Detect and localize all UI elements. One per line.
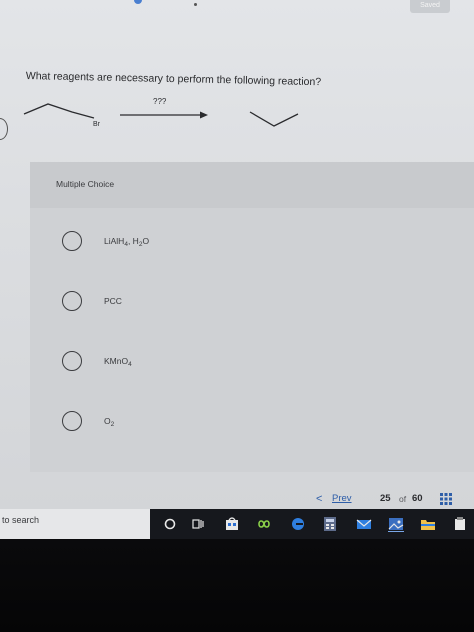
edge-icon[interactable] [290,516,306,532]
calculator-icon[interactable] [322,516,338,532]
windows-taskbar: to search [0,509,474,539]
option-lialh4-h2o[interactable]: LiAlH4, H2O [62,228,442,256]
option-label: LiAlH4, H2O [104,236,150,248]
question-prompt: What reagents are necessary to perform t… [25,70,322,89]
chevron-left-icon[interactable]: < [316,492,322,506]
radio-button[interactable] [62,291,82,311]
prev-button[interactable]: Prev [332,493,352,504]
option-kmno4[interactable]: KMnO4 [62,348,442,376]
current-page-number: 25 [380,493,391,504]
mail-icon[interactable] [356,516,372,532]
radio-button[interactable] [62,231,82,251]
multiple-choice-card: Multiple Choice LiAlH4, H2O PCC KMnO4 O2 [30,162,474,472]
multiple-choice-header: Multiple Choice [30,162,474,208]
page-of-label: of [399,494,407,504]
option-label: O2 [104,416,115,428]
search-placeholder: to search [2,515,40,525]
bromine-label: Br [93,121,101,128]
task-view-icon[interactable] [190,516,206,532]
option-o2[interactable]: O2 [62,408,442,436]
saved-status-badge: Saved [410,0,450,13]
taskbar-search-box[interactable]: to search [0,509,150,539]
photos-icon[interactable] [388,516,404,532]
question-panel: What reagents are necessary to perform t… [0,30,474,156]
option-label: KMnO4 [104,356,132,368]
screen: Saved What reagents are necessary to per… [0,0,474,512]
reaction-arrowhead [200,111,208,119]
top-indicator [134,0,142,4]
product-alkene [249,111,299,127]
pagination: < Prev 25 of 60 [316,492,466,508]
file-explorer-icon[interactable] [420,516,436,532]
store-icon[interactable] [224,516,240,532]
infinity-app-icon[interactable] [256,516,272,532]
app-icon[interactable] [452,516,468,532]
total-page-count: 60 [412,493,423,504]
reaction-scheme: Br ??? [23,97,299,128]
question-grid-icon[interactable] [440,493,452,505]
monitor-bezel [0,539,474,632]
radio-button[interactable] [62,411,82,431]
top-strip: Saved [0,0,474,18]
reactant-alkyl-bromide [23,103,95,119]
option-label: PCC [104,296,122,306]
radio-button[interactable] [62,351,82,371]
multiple-choice-title: Multiple Choice [56,179,115,189]
option-pcc[interactable]: PCC [62,288,442,316]
reaction-arrow-label: ??? [153,97,167,106]
top-tick [194,3,197,6]
cortana-circle-icon[interactable] [162,516,178,532]
